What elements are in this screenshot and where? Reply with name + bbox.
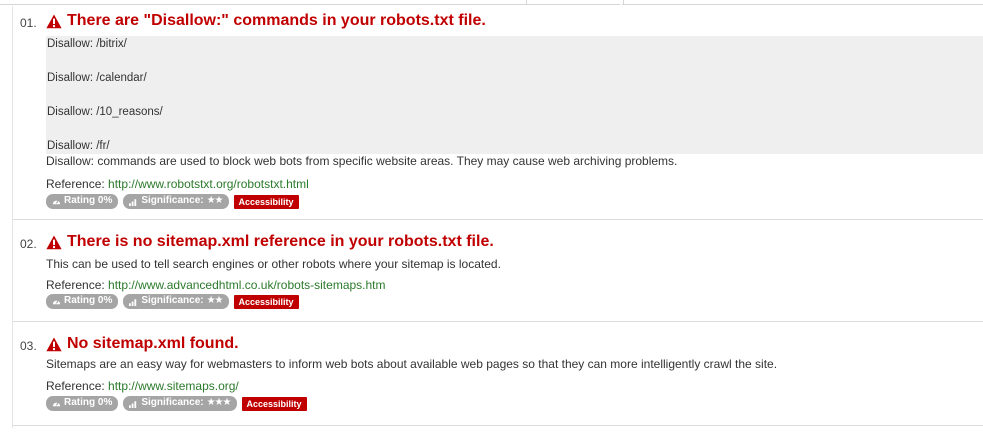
issue-item: 02. There is no sitemap.xml reference in… [13,220,983,322]
issue-description: Disallow: commands are used to block web… [46,154,678,168]
top-divider [622,4,983,5]
rating-badge: Rating 0% [46,294,119,309]
reference-link[interactable]: http://www.advancedhtml.co.uk/robots-sit… [108,278,385,292]
significance-label: Significance: [141,397,204,408]
issue-title: There are "Disallow:" commands in your r… [46,12,486,30]
reference-label: Reference: [46,278,105,292]
warning-triangle-icon [46,337,62,351]
signal-bars-icon [129,400,137,408]
issue-item: 03. No sitemap.xml found. Sitemaps are a… [13,322,983,426]
dashboard-icon [52,299,61,304]
issue-reference: Reference: http://www.robotstxt.org/robo… [46,177,309,191]
issue-title: No sitemap.xml found. [46,335,239,353]
code-line: Disallow: /calendar/ [47,72,147,84]
issue-description: Sitemaps are an easy way for webmasters … [46,357,778,371]
significance-label: Significance: [141,195,204,206]
issue-reference: Reference: http://www.sitemaps.org/ [46,379,239,393]
significance-stars: ★★ [206,295,224,306]
code-line: Disallow: /10_reasons/ [47,106,163,118]
category-badge[interactable]: Accessibility [241,396,307,411]
code-line: Disallow: /bitrix/ [47,38,127,50]
reference-label: Reference: [46,379,105,393]
issue-badges: Rating 0% Significance: ★★★ Accessibilit… [46,396,307,411]
signal-bars-icon [129,298,137,306]
issue-title: There is no sitemap.xml reference in you… [46,233,494,251]
significance-stars: ★★★ [206,397,232,408]
rating-text: Rating 0% [64,195,113,206]
rating-text: Rating 0% [64,295,113,306]
significance-badge: Significance: ★★ [123,194,229,209]
reference-label: Reference: [46,177,105,191]
significance-badge: Significance: ★★★ [123,396,237,411]
issue-title-text: There are "Disallow:" commands in your r… [67,12,486,29]
issue-badges: Rating 0% Significance: ★★ Accessibility [46,294,299,309]
rating-badge: Rating 0% [46,194,119,209]
issue-title-text: No sitemap.xml found. [67,335,239,352]
rating-badge: Rating 0% [46,396,119,411]
dashboard-icon [52,199,61,204]
active-tab[interactable] [526,0,624,4]
significance-label: Significance: [141,295,204,306]
robots-code-block: Disallow: /bitrix/ Disallow: /calendar/ … [46,36,983,154]
issue-reference: Reference: http://www.advancedhtml.co.uk… [46,278,386,292]
significance-stars: ★★ [206,195,224,206]
signal-bars-icon [129,198,137,206]
issue-title-text: There is no sitemap.xml reference in you… [67,233,494,250]
rating-text: Rating 0% [64,397,113,408]
reference-link[interactable]: http://www.robotstxt.org/robotstxt.html [108,177,309,191]
issue-description: This can be used to tell search engines … [46,257,501,271]
significance-badge: Significance: ★★ [123,294,229,309]
category-badge[interactable]: Accessibility [233,294,299,309]
dashboard-icon [52,401,61,406]
category-badge[interactable]: Accessibility [233,194,299,209]
issue-badges: Rating 0% Significance: ★★ Accessibility [46,194,299,209]
issue-number: 02. [20,237,37,251]
issue-number: 03. [20,339,37,353]
warning-triangle-icon [46,235,62,249]
issue-number: 01. [20,16,37,30]
warning-triangle-icon [46,14,62,28]
reference-link[interactable]: http://www.sitemaps.org/ [108,379,239,393]
issue-item: 01. There are "Disallow:" commands in yo… [13,6,983,220]
